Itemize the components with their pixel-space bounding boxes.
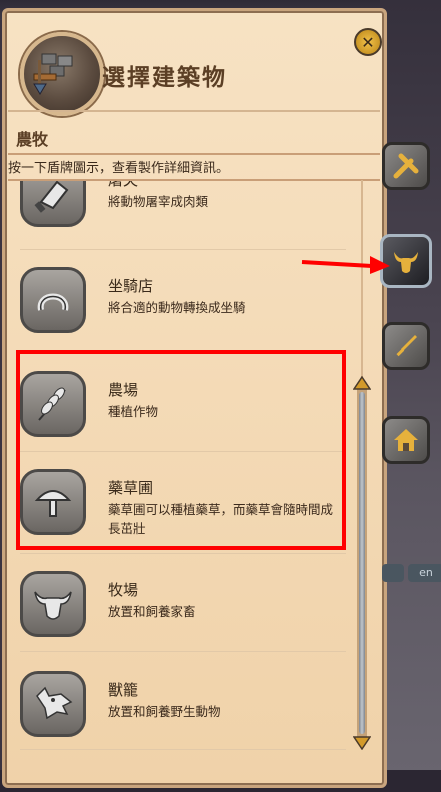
list-item-ranch[interactable]: 牧場 放置和飼養家畜 <box>8 555 346 653</box>
highlight-box <box>16 350 346 550</box>
item-separator <box>20 651 346 652</box>
list-item-butcher[interactable]: 屠夫 將動物屠宰成肉類 <box>8 181 346 243</box>
scrollbar-rail <box>361 180 363 380</box>
wolf-icon[interactable] <box>20 671 86 737</box>
weapons-tab[interactable] <box>382 322 430 370</box>
item-desc: 放置和飼養野生動物 <box>108 704 221 719</box>
ox-icon <box>394 252 418 273</box>
item-desc: 將動物屠宰成肉類 <box>108 194 209 209</box>
sword-icon <box>396 335 417 357</box>
bull-icon[interactable] <box>20 571 86 637</box>
item-name: 坐騎店 <box>108 277 154 295</box>
hammer-wrench-icon <box>393 153 419 179</box>
item-desc: 放置和飼養家畜 <box>108 604 196 619</box>
scroll-up-icon[interactable] <box>353 376 371 390</box>
scroll-down-icon[interactable] <box>353 736 371 750</box>
header-divider <box>8 110 380 112</box>
item-name: 牧場 <box>108 581 139 599</box>
language-toggle[interactable]: en <box>408 564 441 582</box>
cleaver-icon[interactable] <box>20 181 86 227</box>
panel-header: 選擇建築物 ✕ <box>2 18 382 116</box>
list-item-beast-cage[interactable]: 獸籠 放置和飼養野生動物 <box>8 655 346 753</box>
horseshoe-icon[interactable] <box>20 267 86 333</box>
section-underline <box>8 153 380 155</box>
housing-tab[interactable] <box>382 416 430 464</box>
item-desc: 將合適的動物轉換成坐騎 <box>108 300 246 315</box>
crafting-tools-tab[interactable] <box>382 142 430 190</box>
list-item-mount-shop[interactable]: 坐騎店 將合適的動物轉換成坐騎 <box>8 251 346 349</box>
language-chip-left <box>382 564 404 582</box>
close-icon[interactable]: ✕ <box>354 28 382 56</box>
item-separator <box>20 749 346 750</box>
item-separator <box>20 553 346 554</box>
highlight-arrow-icon <box>301 256 390 274</box>
background-right <box>380 0 441 792</box>
item-separator <box>20 249 346 250</box>
house-icon <box>394 429 418 451</box>
page-title: 選擇建築物 <box>102 65 227 91</box>
scrollbar-thumb[interactable] <box>359 392 365 734</box>
item-name: 屠夫 <box>108 181 138 190</box>
section-title: 農牧 <box>16 130 49 149</box>
building-category-avatar <box>20 32 104 116</box>
instruction-text: 按一下盾牌圖示，查看製作詳細資訊。 <box>8 161 230 176</box>
item-name: 獸籠 <box>108 681 139 699</box>
